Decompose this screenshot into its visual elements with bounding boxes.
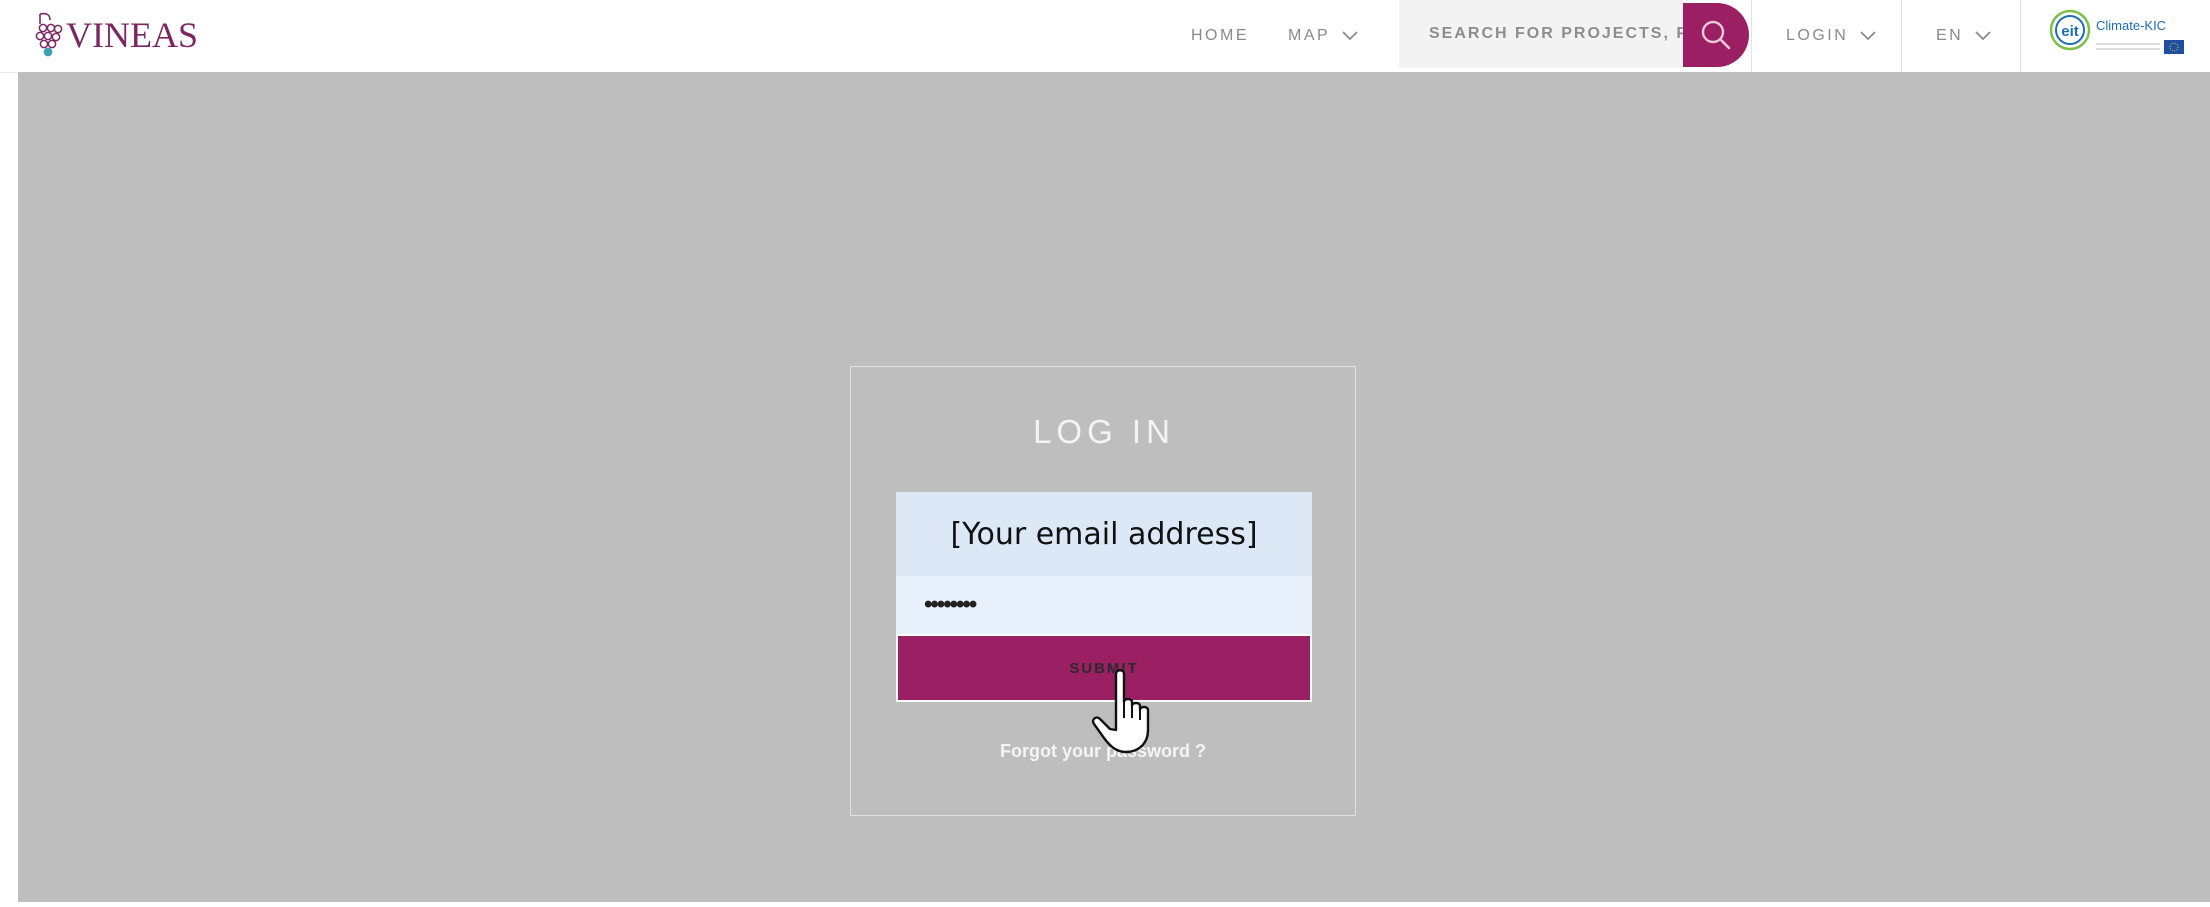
hand-pointer-icon: [1091, 669, 1150, 754]
nav-language-dropdown[interactable]: EN: [1936, 0, 1991, 72]
email-field[interactable]: [Your email address]: [896, 492, 1312, 576]
chevron-down-icon: [1342, 31, 1358, 41]
climate-kic-logo[interactable]: eit Climate-KIC: [2048, 6, 2190, 64]
nav-login-label: LOGIN: [1786, 27, 1849, 44]
climate-kic-text: Climate-KIC: [2096, 18, 2166, 33]
password-field[interactable]: ••••••••: [896, 576, 1312, 634]
nav-map-dropdown[interactable]: MAP: [1288, 0, 1358, 72]
nav-divider: [2020, 0, 2021, 72]
password-value: ••••••••: [924, 591, 977, 618]
search-button[interactable]: [1683, 3, 1749, 67]
nav-map-label: MAP: [1288, 27, 1331, 44]
grape-cluster-icon: [35, 12, 63, 57]
nav-home[interactable]: HOME: [1191, 0, 1249, 72]
search-placeholder: SEARCH FOR PROJECTS, PL: [1429, 25, 1683, 42]
nav-language-label: EN: [1936, 27, 1964, 44]
eit-text: eit: [2061, 23, 2079, 40]
logo-text: VINEAS: [66, 15, 198, 55]
top-navigation-bar: VINEAS HOME MAP SEARCH FOR PROJECTS, PL …: [0, 0, 2210, 73]
email-value: [Your email address]: [950, 516, 1258, 552]
search-input[interactable]: SEARCH FOR PROJECTS, PL: [1399, 0, 1683, 68]
nav-divider: [1751, 0, 1752, 72]
chevron-down-icon: [1975, 31, 1991, 41]
vineas-logo[interactable]: VINEAS: [34, 10, 198, 60]
chevron-down-icon: [1860, 31, 1876, 41]
nav-home-label: HOME: [1191, 27, 1249, 44]
search-icon: [1701, 20, 1731, 50]
nav-divider: [1901, 0, 1902, 72]
nav-login-dropdown[interactable]: LOGIN: [1786, 0, 1876, 72]
login-title: LOG IN: [1033, 413, 1175, 450]
